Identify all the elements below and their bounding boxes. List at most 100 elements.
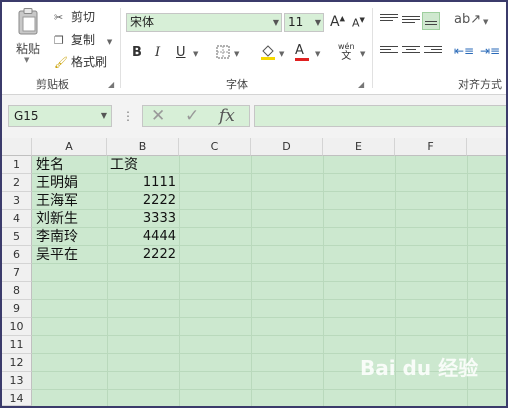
italic-button[interactable]: I: [155, 45, 160, 60]
align-left-button[interactable]: [380, 46, 398, 60]
row-header-14[interactable]: 14: [2, 390, 32, 406]
gridline: [32, 299, 506, 300]
decrease-indent-icon[interactable]: ⇤≡: [454, 44, 474, 58]
bottom-align-button[interactable]: [422, 12, 440, 30]
gridline: [32, 173, 506, 174]
copy-label: 复制: [71, 33, 96, 47]
row-header-4[interactable]: 4: [2, 210, 32, 228]
fill-color-dropdown-icon[interactable]: ▼: [279, 50, 284, 58]
copy-dropdown-icon[interactable]: ▼: [107, 38, 112, 46]
paste-button[interactable]: 粘贴: [16, 40, 40, 57]
format-painter-button[interactable]: 🖌 格式刷: [54, 53, 107, 70]
orientation-icon[interactable]: ab↗: [454, 12, 481, 27]
cell-a4[interactable]: 刘新生: [36, 210, 78, 228]
cell-b2[interactable]: 1111: [107, 174, 176, 192]
cell-b1[interactable]: 工资: [110, 156, 138, 174]
cut-button[interactable]: ✂ 剪切: [54, 8, 95, 25]
font-group-label: 字体: [226, 78, 248, 91]
caret-up-icon: ▲: [339, 14, 345, 23]
orientation-dropdown-icon[interactable]: ▼: [483, 18, 488, 26]
row-header-6[interactable]: 6: [2, 246, 32, 264]
increase-indent-icon[interactable]: ⇥≡: [480, 44, 500, 58]
font-size-select[interactable]: 11 ▼: [284, 13, 324, 32]
col-header-a[interactable]: A: [32, 138, 107, 156]
row-header-8[interactable]: 8: [2, 282, 32, 300]
row-header-12[interactable]: 12: [2, 354, 32, 372]
align-right-button[interactable]: [424, 46, 442, 60]
shrink-font-button[interactable]: A▼: [352, 16, 365, 30]
baidu-watermark: Bai du 经验: [360, 356, 479, 380]
cell-a1[interactable]: 姓名: [36, 156, 64, 174]
cell-b4[interactable]: 3333: [107, 210, 176, 228]
cell-a3[interactable]: 王海军: [36, 192, 78, 210]
font-name-select[interactable]: 宋体 ▼: [126, 13, 282, 32]
font-color-dropdown-icon[interactable]: ▼: [315, 50, 320, 58]
bold-button[interactable]: B: [132, 45, 142, 60]
chevron-down-icon: ▼: [100, 111, 107, 120]
formula-input[interactable]: [254, 105, 506, 127]
font-launcher-icon[interactable]: ◢: [358, 80, 364, 89]
more-dots-icon[interactable]: ⋮: [122, 109, 134, 123]
cancel-icon[interactable]: ✕: [151, 106, 165, 126]
col-header-c[interactable]: C: [179, 138, 251, 156]
col-header-d[interactable]: D: [251, 138, 323, 156]
border-dropdown-icon[interactable]: ▼: [234, 50, 239, 58]
chevron-down-icon: ▼: [314, 18, 321, 27]
font-color-button[interactable]: A: [295, 43, 309, 61]
name-box[interactable]: G15 ▼: [8, 105, 112, 127]
clipboard-launcher-icon[interactable]: ◢: [108, 80, 114, 89]
ribbon: 粘贴 ▼ ✂ 剪切 ❐ 复制 ▼ 🖌 格式刷 剪贴板 ◢ 宋体 ▼ 11 ▼ A▲ A…: [2, 2, 506, 95]
paste-dropdown-icon[interactable]: ▼: [24, 56, 29, 64]
brush-icon: 🖌: [54, 56, 68, 69]
copy-icon: ❐: [54, 34, 64, 47]
cell-a2[interactable]: 王明娟: [36, 174, 78, 192]
caret-down-icon: ▼: [359, 16, 365, 24]
row-header-11[interactable]: 11: [2, 336, 32, 354]
cell-a5[interactable]: 李南玲: [36, 228, 78, 246]
col-header-e[interactable]: E: [323, 138, 395, 156]
chevron-down-icon: ▼: [272, 18, 279, 27]
cell-b5[interactable]: 4444: [107, 228, 176, 246]
underline-button[interactable]: U: [176, 45, 186, 60]
row-header-5[interactable]: 5: [2, 228, 32, 246]
col-header-f[interactable]: F: [395, 138, 467, 156]
shrink-font-label: A: [352, 16, 360, 30]
row-header-7[interactable]: 7: [2, 264, 32, 282]
border-icon[interactable]: [216, 45, 230, 59]
cell-a6[interactable]: 吴平在: [36, 246, 78, 264]
phonetic-bottom: 文: [341, 51, 352, 62]
cell-b6[interactable]: 2222: [107, 246, 176, 264]
top-align-button[interactable]: [380, 14, 398, 28]
phonetic-button[interactable]: wén 文: [338, 42, 355, 62]
divider: [120, 8, 121, 88]
align-center-button[interactable]: [402, 46, 420, 60]
insert-function-button[interactable]: fx: [219, 106, 235, 126]
gridline: [32, 263, 506, 264]
row-header-3[interactable]: 3: [2, 192, 32, 210]
grow-font-button[interactable]: A▲: [330, 14, 345, 30]
fill-color-icon[interactable]: [260, 43, 276, 61]
gridline: [32, 317, 506, 318]
row-header-1[interactable]: 1: [2, 156, 32, 174]
paste-icon[interactable]: [16, 8, 40, 36]
gridline: [32, 281, 506, 282]
formula-bar: G15 ▼ ⋮ ✕ ✓ fx: [2, 95, 506, 139]
phonetic-dropdown-icon[interactable]: ▼: [360, 50, 365, 58]
cell-b3[interactable]: 2222: [107, 192, 176, 210]
middle-align-button[interactable]: [402, 16, 420, 30]
col-header-b[interactable]: B: [107, 138, 179, 156]
divider: [372, 8, 373, 88]
alignment-group-label: 对齐方式: [458, 78, 502, 91]
row-header-10[interactable]: 10: [2, 318, 32, 336]
select-all-corner[interactable]: [2, 138, 32, 156]
excel-window: 粘贴 ▼ ✂ 剪切 ❐ 复制 ▼ 🖌 格式刷 剪贴板 ◢ 宋体 ▼ 11 ▼ A▲ A…: [2, 2, 506, 406]
font-color-letter: A: [295, 43, 304, 58]
col-header-partial[interactable]: [467, 138, 506, 156]
row-header-2[interactable]: 2: [2, 174, 32, 192]
underline-dropdown-icon[interactable]: ▼: [193, 50, 198, 58]
enter-check-icon[interactable]: ✓: [185, 106, 199, 126]
grow-font-label: A: [330, 14, 340, 30]
copy-button[interactable]: ❐ 复制 ▼: [54, 31, 112, 48]
row-header-13[interactable]: 13: [2, 372, 32, 390]
row-header-9[interactable]: 9: [2, 300, 32, 318]
